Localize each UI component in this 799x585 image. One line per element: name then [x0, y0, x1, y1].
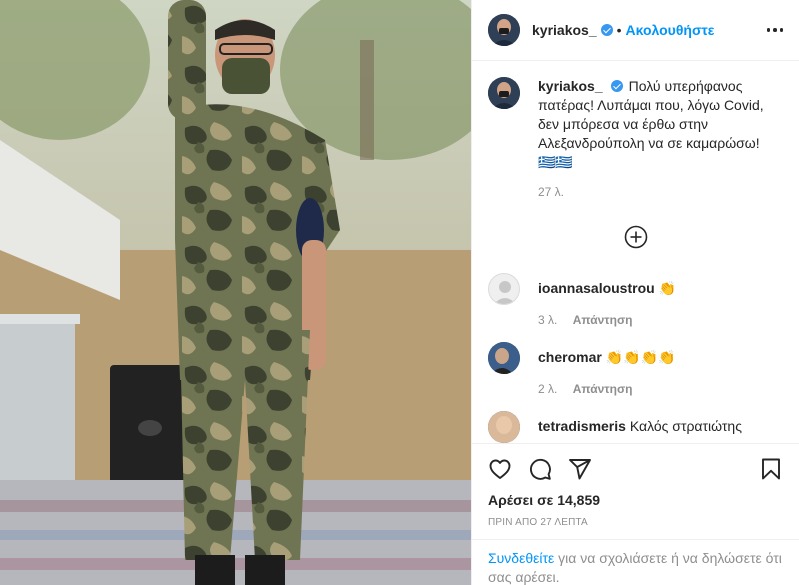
comment-icon[interactable]: [528, 457, 552, 481]
separator-dot: •: [616, 22, 622, 38]
post-timestamp[interactable]: ΠΡΙΝ ΑΠΟ 27 ΛΕΠΤΑ: [488, 517, 783, 528]
caption-avatar[interactable]: [488, 77, 520, 109]
comment-text: tetradismeris Καλός στρατιώτης: [538, 411, 742, 435]
share-icon[interactable]: [568, 457, 592, 481]
author-username[interactable]: kyriakos_: [532, 22, 597, 38]
action-icons: [488, 456, 783, 482]
reply-button[interactable]: Απάντηση: [573, 313, 633, 327]
more-options-icon[interactable]: [766, 22, 783, 38]
default-avatar-icon: [494, 281, 516, 304]
caption-text: kyriakos_ Πολύ υπερήφανος πατέρας! Λυπάμα…: [538, 77, 778, 172]
load-more-comments[interactable]: [488, 225, 783, 249]
heart-icon[interactable]: [488, 457, 512, 481]
comment-username[interactable]: tetradismeris: [538, 418, 626, 434]
comment-avatar[interactable]: [488, 411, 520, 443]
caption-username[interactable]: kyriakos_: [538, 78, 603, 94]
comment-time[interactable]: 3 λ.: [538, 313, 557, 327]
comment-body: 👏👏👏👏: [605, 349, 676, 365]
post-photo[interactable]: [0, 0, 471, 585]
follow-button[interactable]: Ακολουθήστε: [626, 22, 715, 38]
likes-count[interactable]: Αρέσει σε 14,859: [488, 492, 783, 508]
comment-text: cheromar 👏👏👏👏: [538, 342, 675, 366]
comment-body: Καλός στρατιώτης: [629, 418, 742, 434]
post-actions: Αρέσει σε 14,859 ΠΡΙΝ ΑΠΟ 27 ΛΕΠΤΑ: [472, 443, 799, 528]
comment-item: cheromar 👏👏👏👏 2 λ. Απάντηση: [488, 342, 783, 396]
verified-badge-icon: [600, 24, 613, 36]
plus-circle-icon[interactable]: [624, 225, 648, 249]
comment-avatar-image: [488, 342, 520, 374]
verified-badge-icon: [610, 80, 623, 92]
author-avatar[interactable]: [488, 14, 520, 46]
comment-avatar[interactable]: [488, 342, 520, 374]
comment-item: ioannasaloustrou 👏 3 λ. Απάντηση: [488, 273, 783, 327]
reply-button[interactable]: Απάντηση: [573, 382, 633, 396]
bookmark-icon[interactable]: [759, 457, 783, 481]
comment-text: ioannasaloustrou 👏: [538, 273, 676, 297]
comments-section[interactable]: kyriakos_ Πολύ υπερήφανος πατέρας! Λυπάμα…: [472, 61, 799, 443]
comment-avatar[interactable]: [488, 273, 520, 305]
caption: kyriakos_ Πολύ υπερήφανος πατέρας! Λυπάμα…: [488, 77, 783, 199]
comment-username[interactable]: ioannasaloustrou: [538, 280, 655, 296]
comment-meta: 2 λ. Απάντηση: [538, 382, 675, 396]
post-panel: kyriakos_ • Ακολουθήστε kyriakos_ Πολύ υπ…: [471, 0, 799, 585]
post-photo-image: [0, 0, 471, 585]
post-header: kyriakos_ • Ακολουθήστε: [472, 0, 799, 61]
comment-body: 👏: [658, 280, 677, 296]
caption-avatar-image: [488, 77, 520, 109]
login-link[interactable]: Συνδεθείτε: [488, 550, 554, 566]
login-prompt: Συνδεθείτε για να σχολιάσετε ή να δηλώσε…: [472, 539, 799, 585]
comment-avatar-image: [488, 411, 520, 443]
author-avatar-image: [488, 14, 520, 46]
comment-time[interactable]: 2 λ.: [538, 382, 557, 396]
comment-meta: 3 λ. Απάντηση: [538, 313, 676, 327]
comment-username[interactable]: cheromar: [538, 349, 602, 365]
comment-item: tetradismeris Καλός στρατιώτης: [488, 411, 783, 443]
caption-time[interactable]: 27 λ.: [538, 185, 778, 199]
